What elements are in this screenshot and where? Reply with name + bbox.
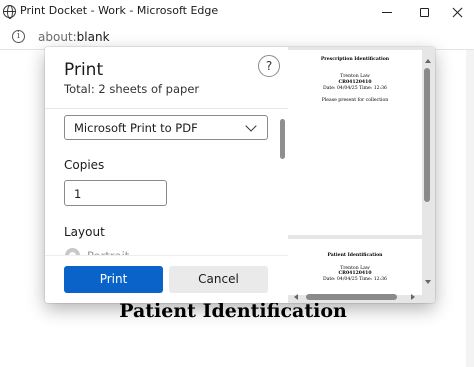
globe-icon [3, 5, 16, 19]
copies-label: Copies [64, 158, 105, 172]
url-path: blank [76, 30, 110, 44]
close-button[interactable] [440, 0, 474, 24]
preview-sheet-1: Prescription Identification Trenton Law … [288, 50, 422, 235]
sheet2-heading: Patient Identification [327, 253, 383, 258]
sheet1-datetime: Date: 04/04/25 Time: 12:36 [323, 86, 387, 91]
title-bar: Print Docket - Work - Microsoft Edge [0, 0, 474, 24]
dialog-footer: Print Cancel [45, 255, 288, 303]
print-preview-pane: Prescription Identification Trenton Law … [288, 47, 435, 303]
cancel-button[interactable]: Cancel [169, 266, 268, 293]
preview-vertical-scrollbar[interactable] [423, 59, 433, 289]
preview-horizontal-scrollbar[interactable] [292, 293, 420, 301]
printer-dropdown[interactable]: Microsoft Print to PDF [64, 115, 268, 140]
window-title: Print Docket - Work - Microsoft Edge [20, 4, 219, 17]
minimize-icon [382, 11, 392, 13]
sheet1-note: Please present for collection [321, 98, 389, 103]
sheet1-name: Trenton Law [340, 74, 370, 79]
url-field[interactable]: about:blank [38, 30, 110, 44]
sheet2-id: CR04120410 [338, 271, 372, 276]
header-divider [45, 108, 288, 109]
copies-value: 1 [74, 187, 82, 201]
maximize-icon [419, 7, 429, 17]
preview-sheet-2: Patient Identification Trenton Law CR041… [288, 239, 422, 295]
maximize-button[interactable] [407, 0, 441, 24]
page-heading: Patient Identification [119, 300, 347, 322]
scroll-down-icon[interactable] [425, 280, 431, 284]
printer-value: Microsoft Print to PDF [74, 121, 198, 135]
print-button[interactable]: Print [64, 266, 163, 293]
scroll-right-icon[interactable] [411, 294, 415, 300]
chevron-down-icon [245, 120, 257, 132]
page-scrollbar[interactable] [466, 50, 474, 367]
info-icon[interactable]: i [12, 30, 25, 43]
minimize-button[interactable] [370, 0, 404, 24]
preview-horizontal-thumb[interactable] [306, 294, 397, 300]
print-settings-panel: Print Total: 2 sheets of paper ? Microso… [45, 47, 288, 303]
help-icon: ? [265, 59, 273, 73]
print-title: Print [64, 60, 104, 80]
layout-label: Layout [64, 225, 105, 239]
copies-input[interactable]: 1 [64, 180, 167, 206]
url-scheme: about: [38, 30, 77, 44]
scroll-up-icon[interactable] [425, 59, 431, 63]
print-dialog: Print Total: 2 sheets of paper ? Microso… [45, 47, 435, 303]
close-icon [452, 7, 463, 18]
sheet1-heading: Prescription Identification [320, 57, 390, 62]
help-button[interactable]: ? [258, 55, 280, 77]
scroll-left-icon[interactable] [294, 294, 298, 300]
settings-scrollbar[interactable] [280, 119, 285, 159]
sheet1-id: CR04120410 [338, 80, 372, 85]
preview-vertical-thumb[interactable] [424, 68, 430, 202]
sheet-total: Total: 2 sheets of paper [64, 82, 200, 96]
sheet2-datetime: Date: 04/04/25 Time: 12:36 [323, 277, 387, 282]
